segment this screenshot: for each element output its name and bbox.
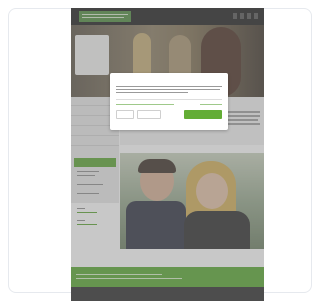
cookie-dialog-divider (116, 99, 222, 100)
cookie-accept-button[interactable] (184, 110, 222, 119)
cookie-consent-dialog (110, 73, 228, 130)
cookie-settings-link[interactable] (200, 104, 222, 105)
modal-overlay (71, 8, 264, 301)
cookie-dialog-text (116, 92, 188, 93)
cookie-secondary-button[interactable] (137, 110, 161, 119)
cookie-secondary-button[interactable] (116, 110, 134, 119)
cookie-settings-link[interactable] (116, 104, 174, 105)
cookie-dialog-text (116, 89, 220, 90)
website-screenshot (71, 8, 264, 301)
cookie-dialog-text (116, 86, 222, 87)
